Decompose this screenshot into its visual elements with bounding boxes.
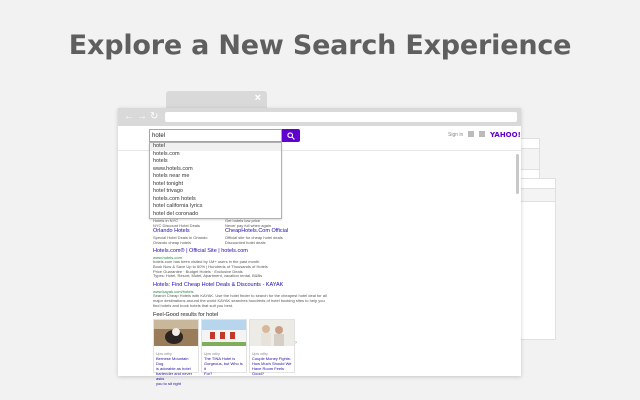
browser-toolbar: ← → ↻ bbox=[118, 108, 521, 126]
result-title-link[interactable]: Hotels: Find Cheap Hotel Deals & Discoun… bbox=[153, 282, 327, 289]
sign-in-link[interactable]: Sign in bbox=[448, 132, 463, 138]
background-card-4 bbox=[520, 188, 556, 202]
search-result: Hotels: Find Cheap Hotel Deals & Discoun… bbox=[153, 282, 327, 308]
suggestion-item[interactable]: hotel california lyrics bbox=[150, 203, 281, 211]
forward-arrow-icon[interactable]: → bbox=[137, 111, 147, 122]
background-card-3 bbox=[520, 178, 556, 340]
ad-text: Discounted hotel deals bbox=[225, 240, 266, 245]
search-input[interactable]: hotel bbox=[149, 129, 282, 142]
search-icon bbox=[287, 132, 295, 140]
image-card[interactable]: Upw orthy The TINA Hotel is Gorgeous, bu… bbox=[201, 319, 247, 376]
suggestion-item[interactable]: hotels.com hotels bbox=[150, 196, 281, 204]
ad-block-left: Hotels in NYC NYC Discount Hotel Deals O… bbox=[153, 218, 207, 245]
dog-photo-image bbox=[154, 320, 198, 346]
card-title: Bernese Mountain Dog is adorable as hote… bbox=[156, 356, 193, 386]
suggestion-dropdown: hotel hotels.com hotels www.hotels.com h… bbox=[149, 142, 282, 219]
back-arrow-icon[interactable]: ← bbox=[124, 111, 134, 122]
scrollbar[interactable] bbox=[516, 154, 519, 194]
settings-icon[interactable] bbox=[468, 131, 474, 137]
suggestion-item[interactable]: hotel del coronado bbox=[150, 211, 281, 219]
image-card[interactable]: Upw orthy Couple Money Fights: How Much … bbox=[249, 319, 295, 376]
browser-window: ← → ↻ hotel Sign in YAHOO! hotel hotels.… bbox=[118, 108, 521, 386]
result-snippet: find hotels and book hotels that suit yo… bbox=[153, 302, 234, 308]
suggestion-item[interactable]: hotels near me bbox=[150, 173, 281, 181]
ad-block-right: Get hotels low price Never pay full when… bbox=[225, 218, 288, 245]
suggestion-item[interactable]: hotel tonight bbox=[150, 181, 281, 189]
image-card[interactable]: Upw orthy Bernese Mountain Dog is adorab… bbox=[153, 319, 199, 386]
couple-photo-image bbox=[250, 320, 294, 346]
search-button[interactable] bbox=[282, 129, 300, 142]
result-snippet: Types: Hotel, Resort, Motel, Apartment, … bbox=[153, 273, 263, 279]
suggestion-item[interactable]: hotel bbox=[150, 143, 281, 151]
tab-close-icon[interactable]: × bbox=[255, 92, 261, 104]
card-title: The TINA Hotel is Gorgeous, but Who is i… bbox=[204, 356, 243, 376]
suggestion-item[interactable]: www.hotels.com bbox=[150, 166, 281, 174]
address-bar[interactable] bbox=[165, 112, 517, 122]
card-title: Couple Money Fights: How Much Should We … bbox=[252, 356, 292, 376]
yahoo-logo[interactable]: YAHOO! bbox=[490, 131, 521, 139]
suggestion-item[interactable]: hotels bbox=[150, 158, 281, 166]
ad-link[interactable]: CheapHotels.Com Official bbox=[225, 228, 288, 235]
reload-icon[interactable]: ↻ bbox=[150, 111, 158, 122]
carousel-next-icon[interactable]: › bbox=[295, 340, 297, 346]
suggestion-item[interactable]: hotel trivago bbox=[150, 188, 281, 196]
suggestion-item[interactable]: hotels.com bbox=[150, 151, 281, 159]
ad-link[interactable]: Orlando Hotels bbox=[153, 228, 207, 235]
search-result: Hotels.com® | Official Site | hotels.com… bbox=[153, 248, 268, 279]
page-headline: Explore a New Search Experience bbox=[68, 30, 572, 61]
ad-text: Orlando cheap hotels bbox=[153, 240, 192, 245]
feel-good-heading: Feel-Good results for hotel bbox=[153, 312, 219, 318]
apps-grid-icon[interactable] bbox=[479, 131, 485, 137]
result-title-link[interactable]: Hotels.com® | Official Site | hotels.com bbox=[153, 248, 268, 255]
browser-tab[interactable]: × bbox=[166, 91, 267, 109]
hotel-photo-image bbox=[202, 320, 246, 346]
